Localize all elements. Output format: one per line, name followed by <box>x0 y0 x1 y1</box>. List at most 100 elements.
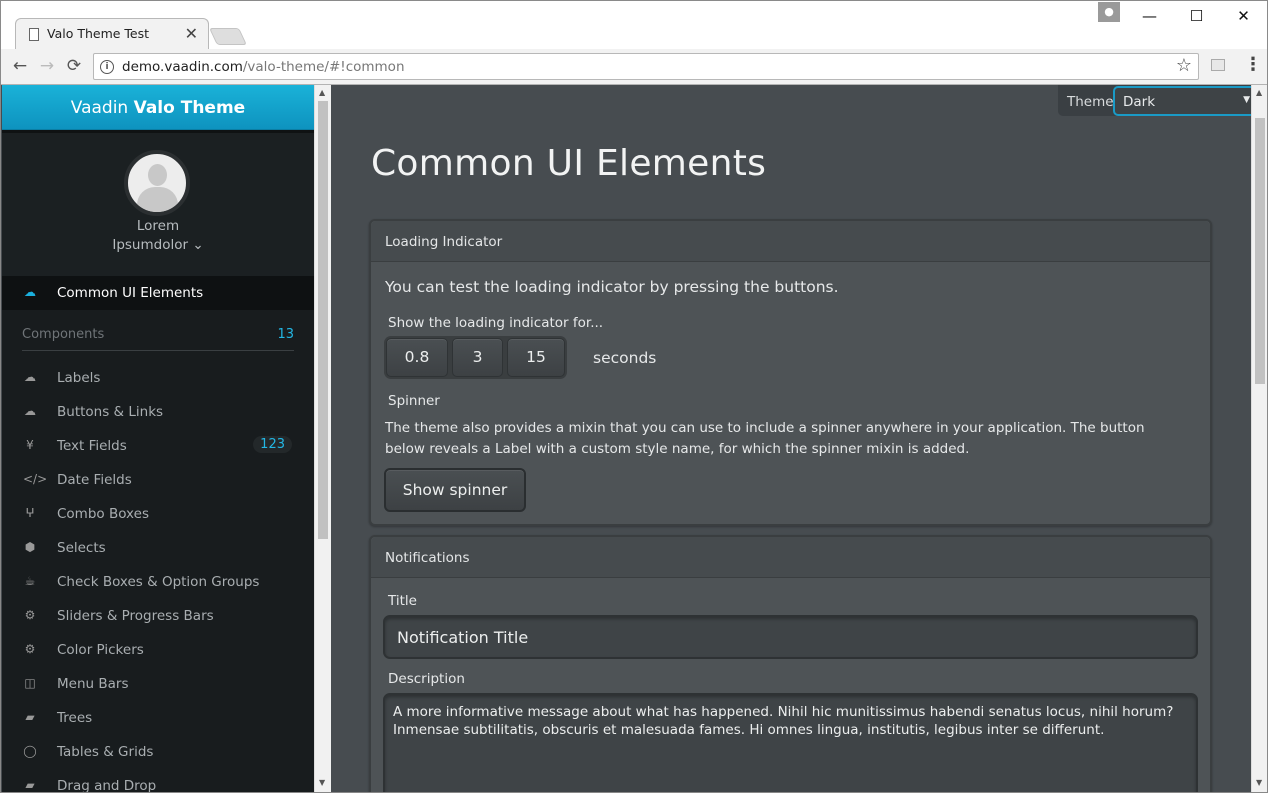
tab-title: Valo Theme Test <box>47 26 150 41</box>
page-content: Vaadin Valo Theme Lorem Ipsumdolor ⌄ ☁ C… <box>0 85 1268 793</box>
url-text: demo.vaadin.com/valo-theme/#!common <box>122 59 405 75</box>
sidebar-item-selects[interactable]: ⬢ Selects <box>2 531 314 565</box>
page-icon <box>29 28 39 41</box>
sidebar-item-combo-boxes[interactable]: ⵖ Combo Boxes <box>2 497 314 531</box>
sidebar-item-labels[interactable]: ☁ Labels <box>2 361 314 395</box>
yen-icon: ¥ <box>26 438 34 452</box>
title-caption: Title <box>388 593 417 609</box>
count-badge: 123 <box>253 436 292 453</box>
browser-menu-icon[interactable]: ⋮ <box>1244 54 1262 75</box>
maximize-button[interactable]: ☐ <box>1173 1 1220 31</box>
code-fork-icon: ⵖ <box>25 506 35 520</box>
notification-description-value: A more informative message about what ha… <box>393 704 1174 738</box>
address-bar[interactable]: i demo.vaadin.com/valo-theme/#!common ☆ <box>93 53 1199 80</box>
panel-header: Loading Indicator <box>371 221 1210 262</box>
notification-title-input[interactable]: Notification Title <box>383 615 1198 659</box>
sidebar-item-common-ui-elements[interactable]: ☁ Common UI Elements <box>2 276 314 310</box>
notification-description-textarea[interactable]: A more informative message about what ha… <box>383 693 1198 792</box>
sidebar-item-label: Menu Bars <box>57 676 129 692</box>
panel-title: Notifications <box>385 550 470 566</box>
sidebar-item-label: Trees <box>57 710 93 726</box>
close-window-button[interactable]: ✕ <box>1220 1 1267 31</box>
info-icon[interactable]: i <box>100 60 114 74</box>
sidebar-item-label: Text Fields <box>57 438 127 454</box>
sidebar-item-label: Check Boxes & Option Groups <box>57 574 260 590</box>
profile-icon[interactable]: ● <box>1098 2 1120 22</box>
browser-toolbar: ← → ⟳ i demo.vaadin.com/valo-theme/#!com… <box>1 49 1267 85</box>
cog-icon: ⚙ <box>24 608 36 622</box>
bookmark-star-icon[interactable]: ☆ <box>1176 55 1192 76</box>
sidebar-menu-list: ☁ Labels ☁ Buttons & Links ¥ Text Fields 123 </… <box>2 361 314 792</box>
sidebar-item-label: Color Pickers <box>57 642 144 658</box>
sidebar-item-check-boxes-option-groups[interactable]: ☕ Check Boxes & Option Groups <box>2 565 314 599</box>
seconds-label: seconds <box>593 349 657 367</box>
brand-bold: Valo Theme <box>133 98 246 118</box>
reload-button[interactable]: ⟳ <box>61 53 87 79</box>
coffee-icon: ☕ <box>24 574 36 588</box>
brand-prefix: Vaadin <box>70 98 129 118</box>
sidebar-item-drag-and-drop[interactable]: ▰ Drag and Drop <box>2 769 314 792</box>
sidebar-scroll-thumb[interactable] <box>318 101 328 539</box>
loading-caption: Show the loading indicator for... <box>388 315 604 331</box>
theme-select[interactable]: Dark ▼ <box>1113 86 1258 116</box>
minimize-button[interactable]: — <box>1126 1 1173 31</box>
main-scrollbar[interactable]: ▲ ▼ <box>1251 85 1267 792</box>
sidebar-scrollbar[interactable]: ▲ ▼ <box>314 85 331 792</box>
cloud-upload-icon: ☁ <box>24 404 36 418</box>
sidebar-item-label: Tables & Grids <box>57 744 154 760</box>
spinner-caption: Spinner <box>388 393 440 409</box>
back-button[interactable]: ← <box>7 53 33 79</box>
code-icon: </> <box>23 472 48 486</box>
main-scroll-thumb[interactable] <box>1255 118 1265 384</box>
theme-label: Theme: <box>1067 94 1119 110</box>
loading-3-button[interactable]: 3 <box>452 338 503 377</box>
sidebar-item-label: Labels <box>57 370 101 386</box>
sidebar-item-tables-grids[interactable]: ◯ Tables & Grids <box>2 735 314 769</box>
forward-button[interactable]: → <box>34 53 60 79</box>
tab-close-icon[interactable]: ✕ <box>185 24 198 43</box>
notifications-panel: Notifications Title Notification Title D… <box>369 535 1212 792</box>
sidebar: Vaadin Valo Theme Lorem Ipsumdolor ⌄ ☁ C… <box>2 85 314 792</box>
url-host: demo.vaadin.com <box>122 59 243 75</box>
cloud-download-icon: ☁ <box>24 370 36 384</box>
loading-indicator-panel: Loading Indicator You can test the loadi… <box>369 219 1212 526</box>
comment-icon: ▰ <box>25 710 35 724</box>
main-content: Theme: Dark ▼ Common UI Elements Loading… <box>331 85 1258 792</box>
sidebar-item-label: Common UI Elements <box>57 285 204 301</box>
sidebar-item-trees[interactable]: ▰ Trees <box>2 701 314 735</box>
sidebar-item-label: Buttons & Links <box>57 404 164 420</box>
loading-0-8-button[interactable]: 0.8 <box>386 338 448 377</box>
columns-icon: ◫ <box>24 676 36 690</box>
sidebar-item-text-fields[interactable]: ¥ Text Fields 123 <box>2 429 314 463</box>
sidebar-item-label: Selects <box>57 540 106 556</box>
user-menu: Lorem Ipsumdolor ⌄ <box>2 130 314 276</box>
sidebar-item-label: Combo Boxes <box>57 506 149 522</box>
sidebar-item-sliders-progress-bars[interactable]: ⚙ Sliders & Progress Bars <box>2 599 314 633</box>
section-label: Components <box>22 327 105 342</box>
loading-intro: You can test the loading indicator by pr… <box>385 278 839 296</box>
theme-selector-bar: Theme: Dark ▼ <box>1058 85 1258 116</box>
notification-title-value: Notification Title <box>397 628 529 647</box>
comments-icon: ▰ <box>25 778 35 792</box>
theme-select-value: Dark <box>1123 94 1156 110</box>
user-last-name-dropdown[interactable]: Ipsumdolor ⌄ <box>2 237 314 253</box>
loading-button-group: 0.8 3 15 <box>384 336 567 379</box>
description-caption: Description <box>388 671 465 687</box>
brand-header: Vaadin Valo Theme <box>2 85 314 130</box>
panel-title: Loading Indicator <box>385 234 503 250</box>
user-first-name: Lorem <box>136 218 180 234</box>
browser-tab[interactable]: Valo Theme Test ✕ <box>15 18 209 49</box>
loading-15-button[interactable]: 15 <box>507 338 565 377</box>
section-count: 13 <box>277 327 294 342</box>
page-title: Common UI Elements <box>371 143 767 184</box>
avatar[interactable] <box>124 150 190 216</box>
sidebar-item-date-fields[interactable]: </> Date Fields <box>2 463 314 497</box>
sidebar-item-menu-bars[interactable]: ◫ Menu Bars <box>2 667 314 701</box>
sidebar-item-label: Date Fields <box>57 472 132 488</box>
show-spinner-button[interactable]: Show spinner <box>384 468 526 512</box>
sidebar-item-label: Sliders & Progress Bars <box>57 608 214 624</box>
sidebar-item-color-pickers[interactable]: ⚙ Color Pickers <box>2 633 314 667</box>
new-tab-button[interactable] <box>209 28 247 45</box>
extension-icon[interactable] <box>1211 59 1225 71</box>
sidebar-item-buttons-links[interactable]: ☁ Buttons & Links <box>2 395 314 429</box>
